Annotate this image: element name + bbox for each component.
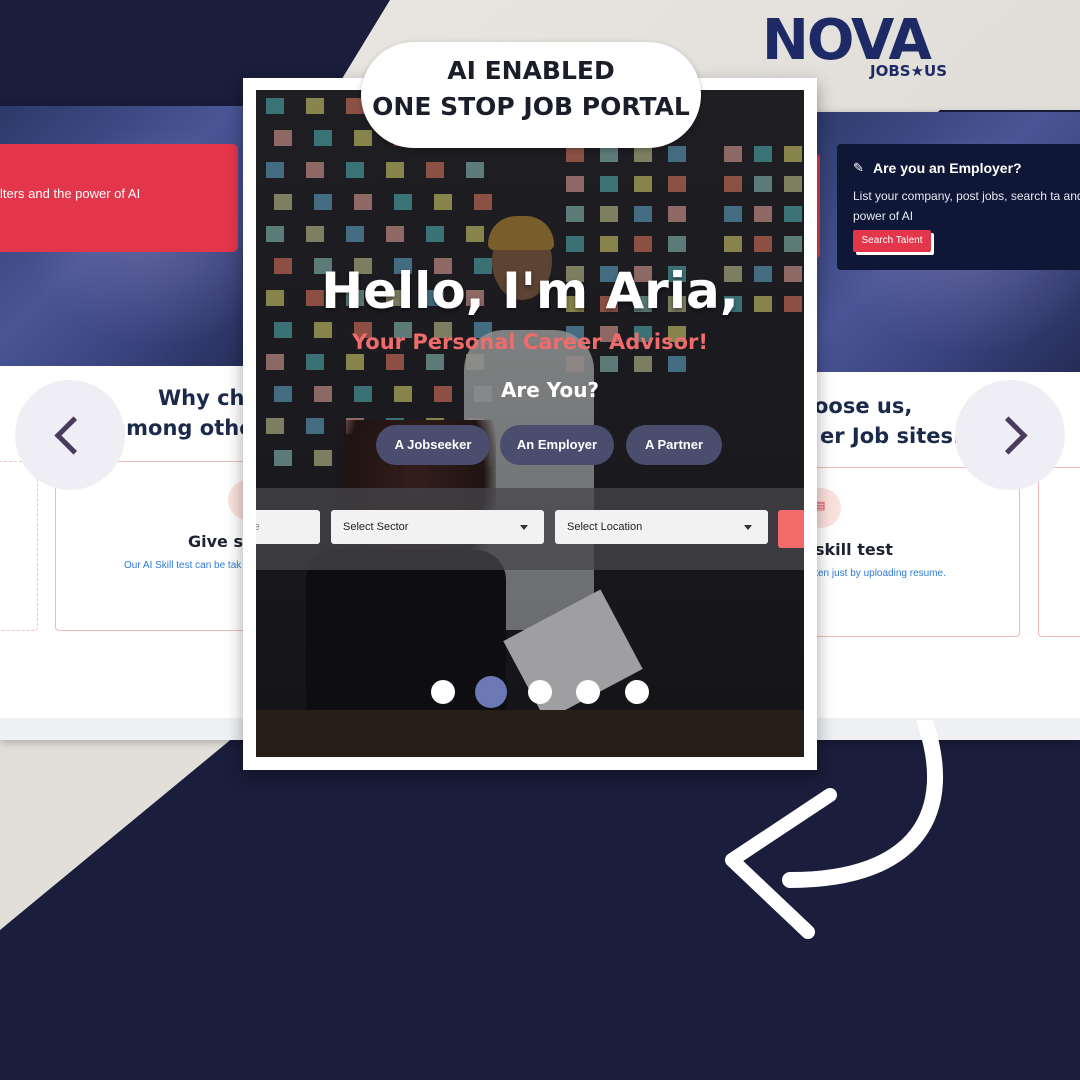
left-heading-line2: among othe — [112, 416, 254, 440]
next-slide-button[interactable] — [955, 380, 1065, 490]
prev-slide-button[interactable] — [15, 380, 125, 490]
caret-down-icon — [520, 525, 528, 530]
location-select-label: Select Location — [567, 521, 643, 533]
chevron-right-icon — [989, 416, 1028, 455]
left-card-title: Give s — [188, 532, 243, 551]
left-card-partial — [0, 461, 38, 631]
edit-icon: ✎ — [853, 160, 864, 175]
keyword-input[interactable]: se — [256, 510, 320, 544]
location-select[interactable]: Select Location — [555, 510, 768, 544]
carousel-dot[interactable] — [625, 680, 649, 704]
hero-subtitle: Your Personal Career Advisor! — [352, 330, 708, 354]
hero-overlay — [256, 90, 804, 757]
caret-down-icon — [744, 525, 752, 530]
employer-desc: List your company, post jobs, search ta … — [853, 189, 1080, 223]
employer-button[interactable]: An Employer — [500, 425, 614, 465]
employer-title: Are you an Employer? — [873, 160, 1022, 176]
curved-arrow-icon — [725, 720, 944, 939]
hero-screenshot: Hello, I'm Aria, Your Personal Career Ad… — [256, 90, 804, 757]
carousel-dot[interactable] — [431, 680, 455, 704]
chevron-left-icon — [54, 416, 93, 455]
headline-line1: AI ENABLED — [447, 56, 615, 85]
search-button[interactable] — [778, 510, 804, 548]
right-card-desc: ken just by uploading resume. — [813, 568, 946, 579]
right-feature-card: ▤ skill test ken just by uploading resum… — [800, 467, 1020, 637]
right-card-title: skill test — [815, 540, 893, 559]
hero-question: Are You? — [500, 378, 600, 402]
left-heading-line1: Why ch — [158, 386, 245, 410]
search-bar: se Select Sector Select Location — [256, 488, 804, 570]
carousel-dot[interactable] — [576, 680, 600, 704]
carousel-dot[interactable] — [528, 680, 552, 704]
right-card-partial — [1038, 467, 1080, 637]
right-heading-line1: oose us, — [814, 394, 913, 418]
headline-badge: AI ENABLED ONE STOP JOB PORTAL — [361, 42, 701, 148]
left-card-desc: Our AI Skill test can be tak — [124, 560, 242, 571]
right-heading-line2: er Job sites. — [820, 424, 961, 448]
hero-greeting: Hello, I'm Aria, — [321, 262, 739, 320]
left-banner-text: lters and the power of AI — [0, 186, 141, 201]
sector-select[interactable]: Select Sector — [331, 510, 544, 544]
partner-button[interactable]: A Partner — [626, 425, 722, 465]
logo-tagline: JOBS★US — [870, 62, 947, 80]
sector-select-label: Select Sector — [343, 521, 409, 533]
employer-box: ✎ Are you an Employer? List your company… — [837, 144, 1080, 270]
headline-line2: ONE STOP JOB PORTAL — [372, 92, 690, 121]
carousel-dot-active[interactable] — [475, 676, 507, 708]
search-talent-button[interactable]: Search Talent — [853, 230, 931, 252]
left-footer-strip — [0, 718, 260, 740]
jobseeker-button[interactable]: A Jobseeker — [376, 425, 490, 465]
left-red-banner: lters and the power of AI — [0, 144, 238, 252]
